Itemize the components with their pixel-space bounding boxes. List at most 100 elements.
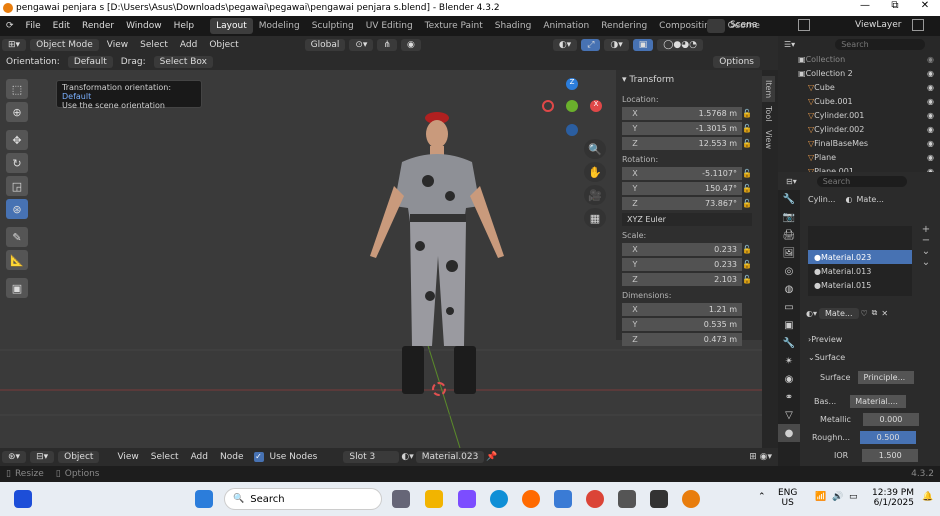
- rotation-field[interactable]: Y 150.47°: [622, 181, 742, 195]
- shader-object-icon[interactable]: ⊟▾: [30, 451, 55, 463]
- base-color-field[interactable]: Material....: [850, 394, 907, 408]
- pin-icon[interactable]: 📌: [486, 452, 497, 462]
- properties-editor-icon[interactable]: ⊟▾: [786, 177, 797, 186]
- outliner-item[interactable]: ▽ Cube ◉: [778, 80, 940, 94]
- object-tab-icon[interactable]: ▣: [778, 316, 800, 334]
- start-icon[interactable]: [195, 490, 213, 508]
- view-layer-name[interactable]: ViewLayer: [855, 20, 901, 30]
- app-cube-icon[interactable]: [650, 490, 668, 508]
- widgets-icon[interactable]: [14, 490, 32, 508]
- scale-field[interactable]: X 0.233: [622, 242, 742, 256]
- minimize-button[interactable]: —: [850, 0, 880, 16]
- lock-icon[interactable]: 🔓: [742, 109, 752, 118]
- character-model[interactable]: [350, 96, 530, 406]
- surface-shader-field[interactable]: Principle...: [858, 370, 915, 384]
- clock[interactable]: 12:39 PM 6/1/2025: [868, 488, 914, 508]
- transform-tool-icon[interactable]: ⊛: [6, 199, 28, 219]
- gizmo-toggle-icon[interactable]: ⤢: [581, 39, 601, 51]
- vp-menu-view[interactable]: View: [101, 40, 134, 50]
- orientation-dropdown[interactable]: Default: [67, 56, 113, 68]
- language-indicator[interactable]: ENG US: [778, 488, 797, 508]
- shader-menu-select[interactable]: Select: [145, 452, 185, 462]
- physics-tab-icon[interactable]: ◉: [778, 370, 800, 388]
- tab-modeling[interactable]: Modeling: [253, 18, 306, 34]
- gizmo-z-axis[interactable]: Z: [566, 78, 578, 90]
- outliner-item[interactable]: ▽ Cube.001 ◉: [778, 94, 940, 108]
- material-slot[interactable]: ● Material.015: [808, 278, 912, 292]
- lock-icon[interactable]: 🔓: [742, 245, 752, 254]
- editor-type-icon[interactable]: ⊞▾: [2, 39, 27, 51]
- drag-dropdown[interactable]: Select Box: [153, 56, 213, 68]
- mode-dropdown[interactable]: Object Mode: [30, 39, 99, 51]
- scale-field[interactable]: Z 2.103: [622, 272, 742, 286]
- lock-icon[interactable]: 🔓: [742, 124, 752, 133]
- transform-orientation-dropdown[interactable]: Global: [304, 39, 346, 51]
- location-field[interactable]: Y -1.3015 m: [622, 121, 742, 135]
- outliner-search[interactable]: Search: [835, 38, 926, 50]
- location-field[interactable]: Z 12.553 m: [622, 136, 742, 150]
- outliner-item[interactable]: ▣ Collection ◉: [778, 52, 940, 66]
- surface-chevron-icon[interactable]: ⌄: [808, 353, 815, 362]
- material-name-field[interactable]: Mate...: [819, 307, 859, 319]
- lock-icon[interactable]: 🔓: [742, 199, 752, 208]
- lock-icon[interactable]: 🔓: [742, 260, 752, 269]
- dimensions-field[interactable]: Y 0.535 m: [622, 317, 742, 331]
- select-tool-icon[interactable]: ⬚: [6, 79, 28, 99]
- file-explorer-icon[interactable]: [425, 490, 443, 508]
- outliner-item[interactable]: ▽ FinalBaseMes ◉: [778, 136, 940, 150]
- shader-editor-type-icon[interactable]: ⊛▾: [2, 451, 27, 463]
- outliner-item[interactable]: ▽ Plane ◉: [778, 150, 940, 164]
- scale-field[interactable]: Y 0.233: [622, 257, 742, 271]
- fake-user-icon[interactable]: ♡: [861, 309, 868, 318]
- measure-tool-icon[interactable]: 📐: [6, 250, 28, 270]
- vp-menu-object[interactable]: Object: [203, 40, 244, 50]
- visibility-eye-icon[interactable]: ◉: [927, 153, 934, 162]
- remove-slot-icon[interactable]: −: [918, 235, 934, 246]
- move-slot-icon[interactable]: ⌄: [918, 257, 934, 268]
- edge-icon[interactable]: [490, 490, 508, 508]
- volume-icon[interactable]: 🔊: [832, 492, 843, 502]
- unlink-icon[interactable]: ✕: [881, 309, 888, 318]
- chrome-icon[interactable]: [586, 490, 604, 508]
- scene-icon[interactable]: [707, 19, 725, 33]
- visibility-eye-icon[interactable]: ◉: [927, 97, 934, 106]
- tray-chevron-icon[interactable]: ⌃: [758, 492, 766, 502]
- shader-material-field[interactable]: Material.023: [415, 451, 485, 463]
- lock-icon[interactable]: 🔓: [742, 275, 752, 284]
- material-browse-icon[interactable]: ◐▾: [806, 309, 817, 318]
- tab-rendering[interactable]: Rendering: [595, 18, 653, 34]
- visibility-eye-icon[interactable]: ◉: [927, 139, 934, 148]
- store-icon[interactable]: [554, 490, 572, 508]
- tab-sculpting[interactable]: Sculpting: [306, 18, 360, 34]
- options-dropdown[interactable]: Options: [713, 56, 760, 68]
- overlay-icon[interactable]: ◑▾: [604, 39, 629, 51]
- slot-menu-icon[interactable]: ⌄: [918, 246, 934, 257]
- lock-icon[interactable]: 🔓: [742, 139, 752, 148]
- outliner-item[interactable]: ▽ Cylinder.001 ◉: [778, 108, 940, 122]
- menu-window[interactable]: Window: [120, 21, 168, 31]
- new-scene-icon[interactable]: [798, 19, 810, 31]
- constraints-tab-icon[interactable]: ⚭: [778, 388, 800, 406]
- task-view-icon[interactable]: [392, 490, 410, 508]
- rotation-field[interactable]: Z 73.867°: [622, 196, 742, 210]
- lock-icon[interactable]: 🔓: [742, 169, 752, 178]
- menu-file[interactable]: File: [20, 21, 47, 31]
- outliner-item[interactable]: ▽ Cylinder.002 ◉: [778, 122, 940, 136]
- vp-menu-add[interactable]: Add: [174, 40, 203, 50]
- proportional-edit-icon[interactable]: ◉: [400, 39, 421, 51]
- zoom-icon[interactable]: 🔍: [584, 139, 606, 159]
- taskbar-search[interactable]: 🔍 Search: [224, 488, 382, 510]
- modifier-tab-icon[interactable]: 🔧: [778, 334, 800, 352]
- particles-tab-icon[interactable]: ✴: [778, 352, 800, 370]
- annotate-tool-icon[interactable]: ✎: [6, 227, 28, 247]
- pan-hand-icon[interactable]: ✋: [584, 162, 606, 182]
- firefox-icon[interactable]: [522, 490, 540, 508]
- scene-name[interactable]: Scene: [730, 20, 757, 30]
- settings-icon[interactable]: [618, 490, 636, 508]
- xray-icon[interactable]: ▣: [632, 39, 654, 51]
- visibility-eye-icon[interactable]: ◉: [927, 55, 934, 64]
- rotation-mode-dropdown[interactable]: XYZ Euler: [622, 213, 752, 226]
- metallic-field[interactable]: 0.000: [862, 412, 919, 426]
- ortho-grid-icon[interactable]: ▦: [584, 208, 606, 228]
- shader-menu-node[interactable]: Node: [214, 452, 250, 462]
